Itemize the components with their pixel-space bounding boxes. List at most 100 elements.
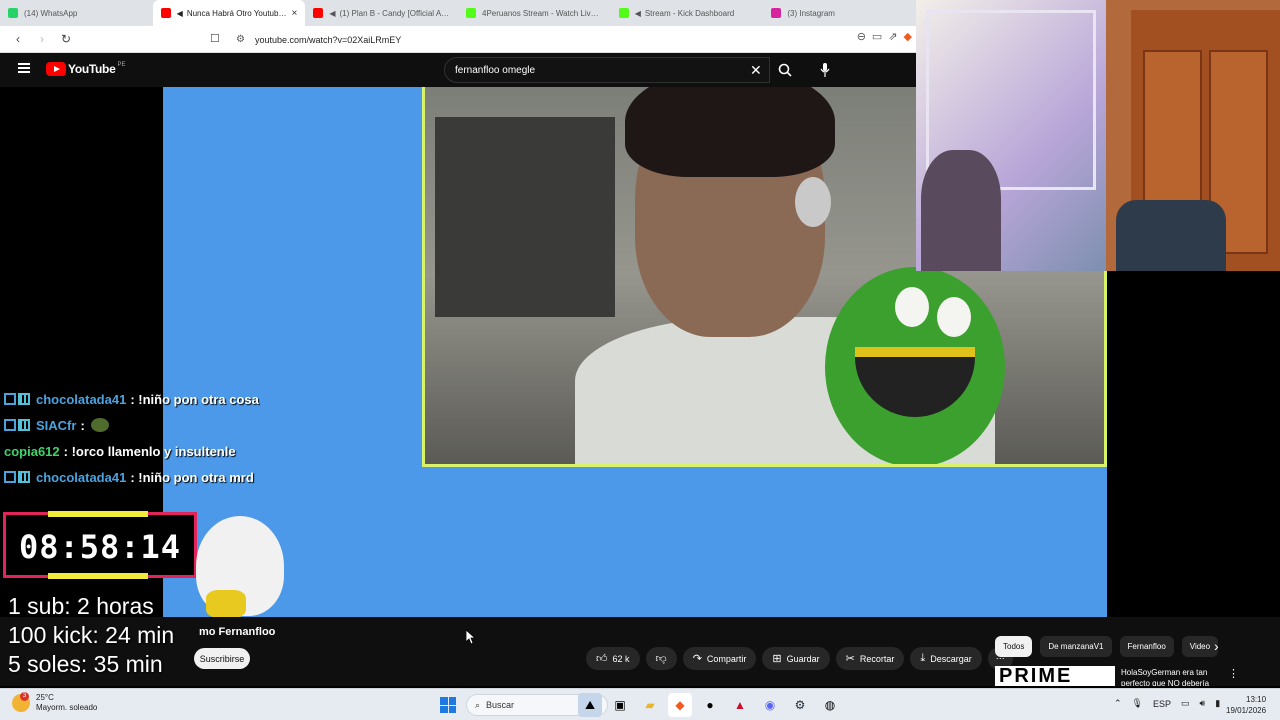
search-button[interactable] (772, 57, 798, 83)
browser-tab[interactable]: ◀︎ Nunca Habrá Otro Youtuber C × (152, 0, 306, 26)
bookmark-icon[interactable]: ☐ (210, 32, 220, 45)
share-page-icon[interactable]: ⇗ (888, 30, 897, 43)
taskbar-search-label: Buscar (486, 700, 515, 710)
steam-icon[interactable]: ⚙ (788, 693, 812, 717)
search-input[interactable]: fernanfloo omegle (444, 57, 770, 83)
tab-label: (14) WhatsApp (24, 8, 78, 18)
weather-widget[interactable]: 3 25°C Mayorm. soleado (12, 692, 97, 713)
chat-text: : !niño pon otra mrd (130, 469, 254, 485)
site-info-icon[interactable]: ⚙ (236, 34, 245, 45)
reco-title[interactable]: HolaSoyGerman era tan perfecto que NO de… (1121, 667, 1221, 686)
mic-tray-icon[interactable]: 🎙︎ (1132, 698, 1143, 709)
browser-tab[interactable]: ◀︎ Stream - Kick Dashboard (611, 0, 764, 26)
widgets-icon[interactable]: ⛰ (578, 693, 602, 717)
headset-image (795, 177, 831, 227)
like-button[interactable]: 👍︎ 62 k (586, 647, 640, 670)
filter-chip[interactable]: Video (1181, 636, 1219, 657)
speaker-icon[interactable]: ◀︎ (177, 9, 183, 18)
url-field[interactable]: ⚙ youtube.com/watch?v=02XaiLRmEY (206, 30, 806, 49)
back-icon[interactable]: ‹ (8, 29, 28, 49)
chat-username: chocolatada41 (36, 391, 127, 407)
file-explorer-icon[interactable]: ▰ (638, 693, 662, 717)
save-icon: ⊞ (772, 653, 782, 665)
network-icon[interactable]: ▭ (1181, 698, 1190, 709)
obs-icon[interactable]: ● (698, 693, 722, 717)
chat-text: : !orco llamenlo y insultenle (63, 443, 236, 459)
youtube-wordmark: YouTube (68, 62, 116, 76)
menu-icon[interactable] (18, 63, 30, 73)
chevron-up-icon[interactable]: ⌃ (1114, 698, 1122, 709)
browser-tab[interactable]: (14) WhatsApp (0, 0, 153, 26)
mic-icon (820, 63, 830, 77)
volume-icon[interactable]: 🔊︎ (1200, 698, 1206, 709)
voice-search-button[interactable] (812, 57, 838, 83)
app-icon[interactable]: ◍ (818, 693, 842, 717)
share-button[interactable]: ↷ Compartir (682, 647, 757, 670)
chat-badges-icon (4, 471, 32, 483)
youtube-play-icon (46, 62, 66, 76)
filter-chip[interactable]: De manzanaV1 (1040, 636, 1112, 657)
clock-time: 13:10 (1246, 695, 1267, 704)
address-bar: ‹ › ↻ ⚙ youtube.com/watch?v=02XaiLRmEY ☐… (0, 26, 916, 53)
download-label: Descargar (930, 653, 972, 664)
system-tray: ⌃ 🎙︎ ESP ▭ 🔊︎ ▮ (1114, 698, 1220, 709)
chevron-right-icon[interactable]: › (1214, 638, 1219, 654)
chat-message: SIACfr: (4, 412, 424, 438)
tab-label: (3) Instagram (787, 8, 835, 18)
task-view-icon[interactable]: ▣ (608, 693, 632, 717)
brave-shield-icon[interactable]: ◆ (904, 30, 912, 43)
pepe-emote-icon (90, 418, 109, 432)
tab-favicon-icon (160, 8, 171, 18)
tab-label: Nunca Habrá Otro Youtuber C (186, 8, 288, 18)
speaker-icon[interactable]: ◀︎ (635, 9, 641, 18)
speaker-icon[interactable]: ◀︎ (329, 9, 335, 18)
donation-rate: 5 soles: 35 min (8, 651, 163, 677)
brave-browser-icon[interactable]: ◆ (668, 693, 692, 717)
save-button[interactable]: ⊞ Guardar (762, 647, 830, 670)
donation-rate: 1 sub: 2 horas (8, 593, 154, 619)
dislike-button[interactable]: 👎︎ (645, 647, 677, 670)
filter-chip[interactable]: Fernanfloo (1119, 636, 1174, 657)
taskbar-apps: ⛰ ▣ ▰ ◆ ● ▲ ◉ ⚙ ◍ (578, 693, 842, 717)
browser-tab[interactable]: ◀︎ (1) Plan B - Candy [Official Audio] - … (305, 0, 458, 26)
tab-label: (1) Plan B - Candy [Official Audio] - Y (339, 8, 451, 18)
cast-icon[interactable]: ▭ (872, 30, 882, 43)
subscribe-button[interactable]: Suscribirse (194, 648, 250, 669)
battery-icon[interactable]: ▮ (1215, 698, 1220, 709)
filter-chip[interactable]: Todos (995, 636, 1033, 657)
download-button[interactable]: ⤓ Descargar (910, 647, 982, 670)
clip-button[interactable]: ✂ Recortar (835, 647, 905, 670)
more-options-icon[interactable]: ⋮ (1228, 667, 1239, 680)
browser-actions: ⊖ ▭ ⇗ ◆ (857, 30, 912, 43)
forward-icon[interactable]: › (32, 29, 52, 49)
sun-icon: 3 (12, 692, 30, 712)
browser-tab-strip: (14) WhatsApp ◀︎ Nunca Habrá Otro Youtuber… (0, 0, 916, 26)
chat-username: SIACfr (36, 417, 77, 433)
share-label: Compartir (706, 653, 747, 664)
browser-tab[interactable]: 4Peruanos Stream - Watch Live on Ki (458, 0, 611, 26)
chat-username: chocolatada41 (36, 469, 127, 485)
youtube-logo[interactable]: YouTube PE (46, 62, 125, 76)
windows-start-icon[interactable] (440, 697, 456, 713)
tab-favicon-icon (8, 8, 18, 18)
language-indicator[interactable]: ESP (1153, 699, 1171, 709)
reload-icon[interactable]: ↻ (56, 29, 76, 49)
zoom-icon[interactable]: ⊖ (857, 30, 866, 43)
tab-favicon-icon (313, 8, 324, 18)
clip-icon: ✂ (845, 653, 855, 665)
thumbs-up-icon: 👍︎ (596, 653, 608, 665)
windows-taskbar: 3 25°C Mayorm. soleado ⌕ Buscar ⛰ ▣ ▰ ◆ … (0, 688, 1280, 720)
chat-badges-icon (4, 393, 32, 405)
clip-label: Recortar (859, 653, 895, 664)
chat-text: : (80, 417, 85, 433)
tab-close-icon[interactable]: × (292, 8, 298, 19)
tab-label: 4Peruanos Stream - Watch Live on Ki (482, 8, 603, 18)
clear-search-icon[interactable]: ✕ (750, 62, 762, 79)
discord-icon[interactable]: ◉ (758, 693, 782, 717)
browser-tab[interactable]: (3) Instagram (763, 0, 916, 26)
clock[interactable]: 13:10 19/01/2026 (1226, 694, 1266, 716)
search-icon (778, 63, 792, 77)
autocad-icon[interactable]: ▲ (728, 693, 752, 717)
donation-rate: 100 kick: 24 min (8, 622, 175, 648)
reco-thumbnail[interactable]: PRIME (995, 666, 1115, 686)
